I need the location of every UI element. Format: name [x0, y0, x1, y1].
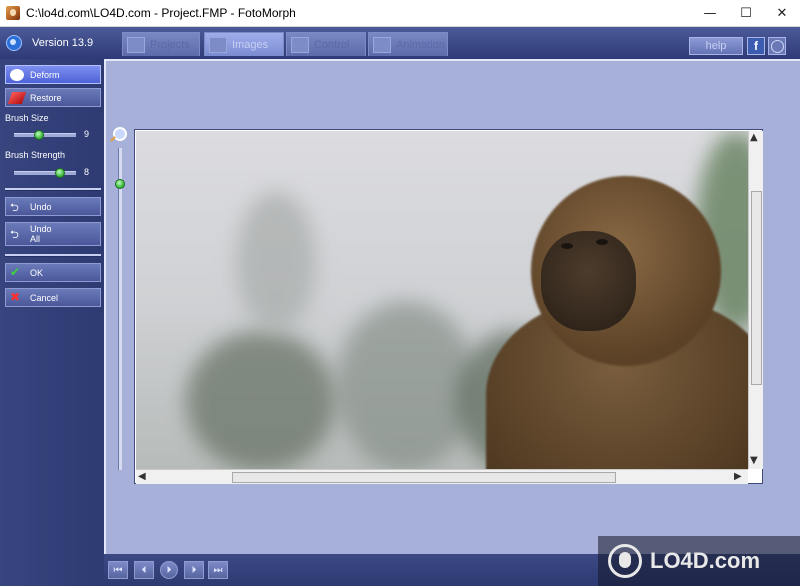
- app-icon: [6, 6, 20, 20]
- minimize-button[interactable]: —: [692, 0, 728, 26]
- cancel-label: Cancel: [30, 292, 59, 303]
- left-tool-panel: Deform Restore Brush Size 9 Brush Streng…: [0, 59, 104, 586]
- deform-label: Deform: [30, 69, 60, 80]
- facebook-icon[interactable]: f: [747, 37, 765, 55]
- top-toolbar: Version 13.9 Projects Images Control Ani…: [0, 27, 800, 59]
- cancel-button[interactable]: Cancel: [5, 288, 101, 307]
- undo-label: Undo: [30, 201, 52, 212]
- brush-strength-slider[interactable]: [14, 168, 76, 178]
- deform-button[interactable]: Deform: [5, 65, 101, 84]
- tab-projects[interactable]: Projects: [122, 32, 200, 56]
- scroll-up-arrow[interactable]: ▲: [750, 132, 758, 144]
- tab-control[interactable]: Control: [286, 32, 366, 56]
- brush-strength-value: 8: [84, 167, 90, 177]
- checkmark-icon: [10, 265, 24, 279]
- undo-button[interactable]: Undo: [5, 197, 101, 218]
- scroll-down-arrow[interactable]: ▼: [750, 455, 758, 467]
- tab-images[interactable]: Images: [204, 32, 284, 56]
- brush-size-slider[interactable]: [14, 130, 76, 140]
- help-button[interactable]: help: [689, 37, 743, 55]
- brush-size-value: 9: [84, 129, 90, 139]
- window-title: C:\lo4d.com\LO4D.com - Project.FMP - Fot…: [26, 6, 296, 20]
- magnifier-icon: [113, 127, 127, 141]
- play-button[interactable]: ⏵: [160, 561, 178, 579]
- vertical-scroll-thumb[interactable]: [751, 191, 762, 385]
- image-viewport: ▲ ▼ ◀ ▶: [134, 129, 763, 484]
- scroll-right-arrow[interactable]: ▶: [734, 471, 742, 483]
- horizontal-scroll-thumb[interactable]: [232, 472, 616, 483]
- version-label: Version 13.9: [32, 37, 94, 49]
- tab-label: Control: [314, 38, 350, 51]
- panel-divider: [5, 254, 101, 257]
- globe-icon[interactable]: [768, 37, 786, 55]
- ok-button[interactable]: OK: [5, 263, 101, 282]
- animation-icon: [373, 36, 391, 53]
- tab-label: Images: [232, 38, 269, 51]
- window-controls: — ☐ ✕: [692, 0, 800, 26]
- tab-label: Animation: [396, 38, 445, 51]
- image-icon: [209, 36, 227, 53]
- tab-animation[interactable]: Animation: [368, 32, 448, 56]
- previous-frame-button[interactable]: ⏴: [134, 561, 154, 579]
- brush-size-label: Brush Size: [5, 113, 49, 123]
- undo-all-label-line2: All: [30, 234, 41, 244]
- control-icon: [291, 36, 309, 53]
- version-indicator: Version 13.9: [6, 35, 93, 51]
- brush-strength-slider-knob[interactable]: [54, 168, 65, 178]
- tab-label: Projects: [150, 38, 190, 51]
- restore-label: Restore: [30, 92, 62, 103]
- watermark: LO4D.com: [598, 536, 800, 586]
- title-bar: C:\lo4d.com\LO4D.com - Project.FMP - Fot…: [0, 0, 800, 27]
- horizontal-scrollbar[interactable]: ◀ ▶: [136, 469, 748, 484]
- zoom-slider[interactable]: [118, 148, 122, 470]
- last-frame-button[interactable]: ⏭: [208, 561, 228, 579]
- deform-icon: [10, 68, 24, 81]
- brush-size-slider-knob[interactable]: [33, 130, 44, 140]
- lo4d-logo-icon: [608, 544, 642, 578]
- grid-icon: [127, 36, 145, 53]
- panel-divider: [5, 188, 101, 191]
- first-frame-button[interactable]: ⏮: [108, 561, 128, 579]
- scroll-left-arrow[interactable]: ◀: [138, 471, 146, 483]
- eraser-icon: [7, 91, 27, 104]
- undo-icon: [10, 199, 24, 218]
- close-button[interactable]: ✕: [764, 0, 800, 26]
- fotomorph-logo-icon: [6, 35, 22, 51]
- restore-button[interactable]: Restore: [5, 88, 101, 107]
- undo-all-button[interactable]: Undo All: [5, 222, 101, 246]
- monkey-photo[interactable]: [136, 131, 748, 469]
- ok-label: OK: [30, 267, 44, 278]
- watermark-text: LO4D.com: [650, 548, 761, 573]
- undo-all-icon: [10, 226, 24, 245]
- undo-all-label-line1: Undo: [30, 224, 52, 234]
- vertical-scrollbar[interactable]: ▲ ▼: [748, 131, 763, 469]
- maximize-button[interactable]: ☐: [728, 0, 764, 26]
- brush-strength-label: Brush Strength: [5, 150, 66, 160]
- cross-icon: [10, 290, 24, 304]
- next-frame-button[interactable]: ⏵: [184, 561, 204, 579]
